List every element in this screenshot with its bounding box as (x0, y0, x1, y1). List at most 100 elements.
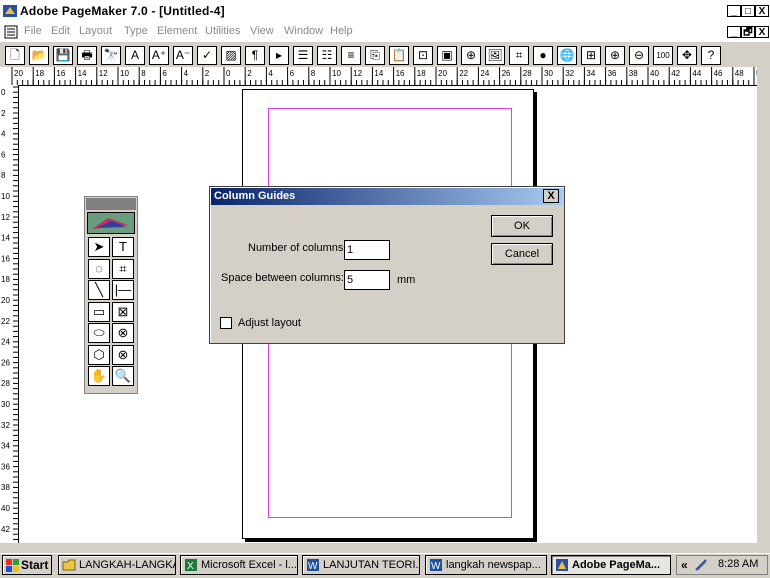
ruler-label: 4 (1, 130, 6, 139)
menu-element[interactable]: Element (157, 25, 197, 37)
font-larger-icon[interactable]: A⁺ (149, 46, 169, 65)
close-button[interactable]: X (755, 5, 769, 17)
menu-type[interactable]: Type (124, 25, 148, 37)
toolbox-title-bar[interactable] (86, 198, 136, 210)
ellipse-frame-tool[interactable]: ⊗ (112, 323, 134, 343)
ruler-label: 26 (1, 358, 10, 367)
taskbar-item-lanjutan[interactable]: W LANJUTAN TEORI... (302, 555, 420, 575)
doc-restore-button[interactable]: 🗗 (741, 26, 755, 38)
ruler-label: 6 (290, 69, 295, 78)
menu-edit[interactable]: Edit (51, 25, 70, 37)
menu-layout[interactable]: Layout (79, 25, 112, 37)
ok-button[interactable]: OK (491, 215, 553, 237)
space-between-columns-input[interactable] (344, 270, 390, 290)
vertical-scrollbar[interactable] (757, 67, 770, 543)
menu-file[interactable]: File (24, 25, 42, 37)
actual-size-icon[interactable]: 100 (653, 46, 673, 65)
adjust-layout-label: Adjust layout (238, 317, 301, 329)
zoom-out-icon[interactable]: ⊖ (629, 46, 649, 65)
pointer-tool[interactable]: ➤ (88, 237, 110, 257)
document-menu-icon[interactable] (4, 25, 18, 39)
link-icon[interactable]: ⊕ (461, 46, 481, 65)
import-icon[interactable]: ⊡ (413, 46, 433, 65)
fit-icon[interactable]: ✥ (677, 46, 697, 65)
ruler-label: 16 (396, 69, 405, 78)
menu-help[interactable]: Help (330, 25, 353, 37)
horizontal-scrollbar[interactable] (19, 543, 757, 553)
ruler-label: 22 (459, 69, 468, 78)
paragraph-icon[interactable]: ¶ (245, 46, 265, 65)
line-tool[interactable]: ╲ (88, 280, 110, 300)
network-icon[interactable] (694, 558, 708, 572)
find-icon[interactable]: 🔭 (101, 46, 121, 65)
horizontal-ruler[interactable]: 20 18 16 14 12 10 8 6 4 2 0 2 4 6 8 10 12 14 16 18 20 22 24 26 2… (0, 67, 760, 86)
picture-icon[interactable]: 🖼 (485, 46, 505, 65)
word-icon: W (430, 559, 442, 572)
taskbar-item-excel[interactable]: X Microsoft Excel - l... (180, 555, 298, 575)
taskbar-item-langkah-newspaper[interactable]: W langkah newspap... (425, 555, 547, 575)
svg-text:W: W (308, 561, 318, 572)
align-icon[interactable]: ≡ (341, 46, 361, 65)
fill-stroke-icon[interactable]: ▨ (221, 46, 241, 65)
hand-tool[interactable]: ✋ (88, 366, 110, 386)
rotate-tool[interactable]: ◌ (88, 258, 110, 279)
rectangle-frame-tool[interactable]: ⊠ (112, 301, 134, 322)
pdf-icon[interactable]: ⊞ (581, 46, 601, 65)
word-icon: W (307, 559, 319, 572)
paste-icon[interactable]: 📋 (389, 46, 409, 65)
polygon-tool[interactable]: ⬡ (88, 344, 110, 365)
open-icon[interactable]: 📂 (29, 46, 49, 65)
taskbar-item-pagemaker[interactable]: Adobe PageMa... (551, 555, 671, 575)
start-label: Start (21, 558, 49, 572)
polygon-frame-tool[interactable]: ⊗ (112, 344, 134, 365)
cancel-button[interactable]: Cancel (491, 243, 553, 265)
restore-button[interactable]: □ (741, 5, 755, 17)
windows-logo-icon (6, 559, 19, 572)
adjust-layout-checkbox[interactable] (220, 317, 232, 329)
ruler-label: 2 (1, 109, 6, 118)
doc-minimize-button[interactable]: _ (727, 26, 741, 38)
ruler-label: 20 (438, 69, 447, 78)
ruler-label: 24 (1, 338, 10, 347)
ellipse-tool[interactable]: ⬭ (88, 323, 110, 343)
dialog-close-button[interactable]: X (543, 189, 559, 203)
zoom-in-icon[interactable]: ⊕ (605, 46, 625, 65)
crop-tool[interactable]: ⌗ (112, 258, 134, 279)
doc-close-button[interactable]: X (755, 26, 769, 38)
ruler-label: 32 (1, 421, 10, 430)
minimize-button[interactable]: _ (727, 5, 741, 17)
crop-icon[interactable]: ⌗ (509, 46, 529, 65)
frame-icon[interactable]: ▣ (437, 46, 457, 65)
ruler-label: 44 (692, 69, 701, 78)
menu-utilities[interactable]: Utilities (205, 25, 240, 37)
spell-check-icon[interactable]: ✓ (197, 46, 217, 65)
start-button[interactable]: Start (2, 555, 52, 575)
rectangle-tool[interactable]: ▭ (88, 301, 110, 322)
help-icon[interactable]: ? (701, 46, 721, 65)
menu-window[interactable]: Window (284, 25, 323, 37)
font-smaller-icon[interactable]: A⁻ (173, 46, 193, 65)
menu-view[interactable]: View (250, 25, 274, 37)
save-icon[interactable]: 💾 (53, 46, 73, 65)
number-of-columns-input[interactable] (344, 240, 390, 260)
ruler-label: 6 (1, 150, 6, 159)
zoom-tool[interactable]: 🔍 (112, 366, 134, 386)
ruler-label: 24 (480, 69, 489, 78)
new-icon[interactable]: 🗋 (5, 46, 25, 65)
font-icon[interactable]: A (125, 46, 145, 65)
ruler-label: 8 (141, 69, 146, 78)
globe-icon[interactable]: 🌐 (557, 46, 577, 65)
vertical-ruler[interactable]: 0246810121416182022242628303234363840424… (0, 85, 19, 543)
indent-icon[interactable]: ▸ (269, 46, 289, 65)
ruler-label: 16 (1, 254, 10, 263)
ruler-label: 34 (586, 69, 595, 78)
color-icon[interactable]: ● (533, 46, 553, 65)
constrained-line-tool[interactable]: |— (112, 280, 134, 300)
taskbar-item-langkah[interactable]: LANGKAH-LANGKAH (58, 555, 176, 575)
tray-expand-button[interactable]: « (681, 558, 688, 572)
bullets-icon[interactable]: ☰ (293, 46, 313, 65)
copy-icon[interactable]: ⎘ (365, 46, 385, 65)
print-icon[interactable]: 🖶 (77, 46, 97, 65)
text-tool[interactable]: T (112, 237, 134, 257)
numbering-icon[interactable]: ☷ (317, 46, 337, 65)
